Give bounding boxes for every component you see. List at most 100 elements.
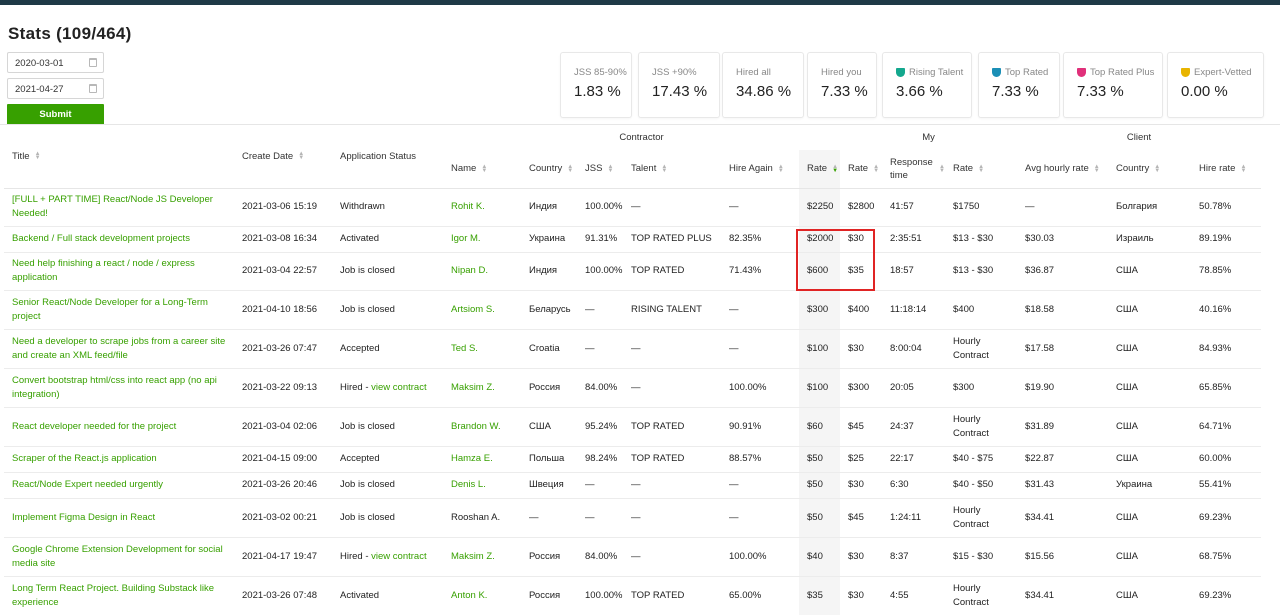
sort-icon[interactable]: ▲ ▼ [1154, 164, 1160, 174]
sort-icon[interactable]: ▲ ▼ [978, 164, 984, 174]
column-header-title[interactable]: Title ▲ ▼ [4, 125, 234, 188]
sort-desc-icon[interactable]: ▲ ▼ [832, 164, 838, 174]
stat-card-jss-85-90: JSS 85-90% 1.83 % [560, 52, 632, 118]
sort-icon[interactable]: ▲ ▼ [298, 151, 304, 161]
cell-client-country-text: США [1116, 589, 1138, 601]
sort-icon[interactable]: ▲ ▼ [873, 164, 879, 174]
cell-hire-again-text: 65.00% [729, 589, 762, 601]
submit-button[interactable]: Submit [7, 104, 104, 125]
cell-hire-rate: 78.85% [1191, 252, 1262, 291]
cell-rate-text: $100 [807, 342, 829, 354]
cell-my-rate: $45 [840, 498, 883, 538]
job-title-link[interactable]: Backend / Full stack development project… [12, 233, 190, 244]
cell-create-date-text: 2021-04-17 19:47 [242, 550, 318, 562]
contractor-name-link[interactable]: Rohit K. [451, 201, 485, 212]
column-header-hire-rate[interactable]: Hire rate ▲ ▼ [1191, 150, 1261, 188]
cell-title: Need a developer to scrape jobs from a c… [4, 329, 234, 369]
column-header-country[interactable]: Country ▲ ▼ [521, 150, 577, 188]
cell-country: Индия [521, 188, 577, 227]
sort-icon[interactable]: ▲ ▼ [778, 164, 784, 174]
cell-rate: $2250 [799, 188, 841, 227]
sort-icon[interactable]: ▲ ▼ [1240, 164, 1246, 174]
column-header-label: Response time [890, 156, 933, 181]
cell-hire-again-text: 90.91% [729, 420, 762, 432]
column-header-response-time[interactable]: Response time ▲ ▼ [882, 150, 945, 188]
job-title-link[interactable]: [FULL + PART TIME] React/Node JS Develop… [12, 194, 213, 219]
calendar-icon[interactable] [89, 58, 97, 67]
contractor-name-link[interactable]: Denis L. [451, 479, 486, 490]
job-title-link[interactable]: Convert bootstrap html/css into react ap… [12, 375, 217, 400]
contractor-name-link[interactable]: Anton K. [451, 590, 487, 601]
sort-icon[interactable]: ▲ ▼ [567, 164, 573, 174]
contractor-name-link[interactable]: Maksim Z. [451, 382, 495, 393]
view-contract-link[interactable]: view contract [371, 382, 426, 393]
job-title-link[interactable]: Long Term React Project. Building Substa… [12, 583, 214, 608]
cell-hire-again-text: 88.57% [729, 453, 762, 464]
column-header-jss[interactable]: JSS ▲ ▼ [577, 150, 623, 188]
cell-client-rate-text: $300 [953, 381, 975, 393]
cell-jss-text: 84.00% [585, 381, 618, 393]
column-header-create-date[interactable]: Create Date ▲ ▼ [234, 125, 332, 188]
calendar-icon[interactable] [89, 84, 97, 93]
cell-avg-hourly-rate: $30.03 [1017, 226, 1109, 253]
contractor-name-link[interactable]: Maksim Z. [451, 551, 495, 562]
column-header-client-country[interactable]: Country ▲ ▼ [1108, 150, 1191, 188]
cell-jss-text: 100.00% [585, 589, 623, 601]
column-header-hire-again[interactable]: Hire Again ▲ ▼ [721, 150, 799, 188]
cell-response-time-text: 24:37 [890, 420, 914, 432]
sort-icon[interactable]: ▲ ▼ [939, 164, 945, 174]
sort-icon[interactable]: ▲ ▼ [1094, 164, 1100, 174]
cell-my-rate-text: $300 [848, 381, 870, 393]
view-contract-link[interactable]: view contract [371, 551, 426, 562]
cell-jss-text: 91.31% [585, 233, 618, 244]
cell-client-country-text: США [1116, 453, 1138, 464]
job-title-link[interactable]: Implement Figma Design in React [12, 512, 155, 523]
job-title-link[interactable]: React/Node Expert needed urgently [12, 479, 163, 490]
cell-avg-hourly-rate-text: $34.41 [1025, 511, 1055, 523]
column-header-name[interactable]: Name ▲ ▼ [443, 150, 521, 188]
date-to-input[interactable]: 2021-04-27 [7, 78, 104, 99]
contractor-name-link[interactable]: Brandon W. [451, 421, 501, 432]
cell-country: Россия [521, 368, 577, 408]
job-title-link[interactable]: Need a developer to scrape jobs from a c… [12, 336, 225, 361]
job-title-link[interactable]: Need help finishing a react / node / exp… [12, 258, 195, 283]
cell-hire-again: 100.00% [721, 537, 799, 577]
sort-icon[interactable]: ▲ ▼ [607, 164, 613, 174]
contractor-name-link[interactable]: Hamza E. [451, 453, 493, 464]
job-title-link[interactable]: React developer needed for the project [12, 421, 176, 432]
cell-hire-rate-text: 65.85% [1199, 381, 1232, 393]
sort-icon[interactable]: ▲ ▼ [481, 164, 487, 174]
contractor-name-link[interactable]: Ted S. [451, 343, 478, 354]
sort-icon[interactable]: ▲ ▼ [661, 164, 667, 174]
cell-application-status: Job is closed [332, 472, 443, 499]
job-title-link[interactable]: Senior React/Node Developer for a Long-T… [12, 297, 208, 322]
sort-icon[interactable]: ▲ ▼ [35, 151, 41, 161]
table-row: Need help finishing a react / node / exp… [4, 252, 1262, 291]
column-header-talent[interactable]: Talent ▲ ▼ [623, 150, 721, 188]
cell-country: Индия [521, 252, 577, 291]
column-header-client-rate[interactable]: Rate ▲ ▼ [945, 150, 1017, 188]
date-from-input[interactable]: 2020-03-01 [7, 52, 104, 73]
cell-application-status: Withdrawn [332, 188, 443, 227]
cell-rate: $100 [799, 329, 841, 369]
cell-talent: TOP RATED [623, 252, 721, 291]
stat-card-rising-talent: Rising Talent 3.66 % [882, 52, 972, 118]
column-header-label: Application Status [340, 150, 417, 162]
contractor-name-link[interactable]: Artsiom S. [451, 304, 495, 315]
cell-application-status: Job is closed [332, 290, 443, 330]
column-header-avg-hourly-rate[interactable]: Avg hourly rate ▲ ▼ [1017, 150, 1108, 188]
cell-response-time: 8:00:04 [882, 329, 946, 369]
cell-avg-hourly-rate-text: $15.56 [1025, 550, 1055, 562]
cell-response-time-text: 4:55 [890, 589, 909, 601]
cell-rate-text: $50 [807, 479, 823, 490]
job-title-link[interactable]: Google Chrome Extension Development for … [12, 544, 223, 569]
table-row: React/Node Expert needed urgently 2021-03… [4, 472, 1262, 499]
job-title-link[interactable]: Scraper of the React.js application [12, 453, 157, 464]
cell-client-country: Израиль [1108, 226, 1192, 253]
column-header-rate[interactable]: Rate ▲ ▼ [799, 150, 841, 188]
cell-hire-again-text: 100.00% [729, 550, 767, 562]
contractor-name-link[interactable]: Nipan D. [451, 265, 488, 276]
contractor-name-link[interactable]: Igor M. [451, 233, 481, 244]
column-header-my-rate[interactable]: Rate ▲ ▼ [840, 150, 882, 188]
cell-title: Convert bootstrap html/css into react ap… [4, 368, 234, 408]
